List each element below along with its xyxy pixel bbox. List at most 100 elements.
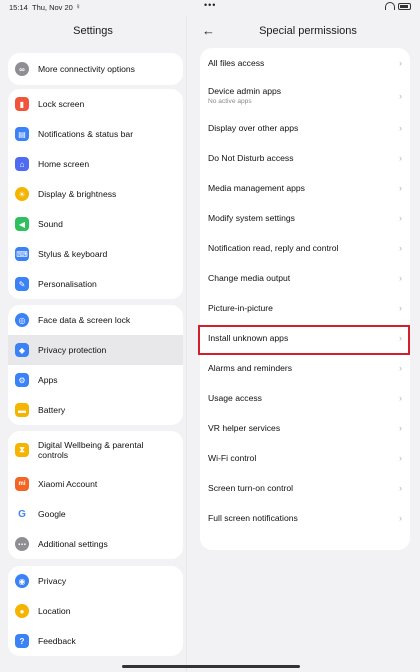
chevron-right-icon: › — [399, 363, 402, 373]
settings-item-xiaomi-account[interactable]: mi Xiaomi Account — [8, 469, 183, 499]
page-title: Settings — [73, 25, 113, 37]
fingerprint-icon: ◎ — [15, 313, 29, 327]
settings-item-battery[interactable]: ▬ Battery — [8, 395, 183, 425]
settings-item-label: Face data & screen lock — [38, 315, 131, 325]
permission-label: Install unknown apps — [208, 333, 289, 343]
settings-item-label: Feedback — [38, 636, 76, 646]
settings-item-digital-wellbeing[interactable]: ⧗ Digital Wellbeing & parental controls — [8, 431, 183, 469]
permission-label: Device admin apps — [208, 86, 282, 96]
permission-row-display-over-other-apps[interactable]: Display over other apps › — [200, 113, 410, 143]
settings-item-apps[interactable]: ⚙ Apps — [8, 365, 183, 395]
chevron-right-icon: › — [399, 58, 402, 68]
settings-item-label: More connectivity options — [38, 64, 135, 74]
settings-item-face-data[interactable]: ◎ Face data & screen lock — [8, 305, 183, 335]
home-icon: ⌂ — [15, 157, 29, 171]
settings-item-privacy[interactable]: ◉ Privacy — [8, 566, 183, 596]
lock-icon: ▮ — [15, 97, 29, 111]
settings-group: ⧗ Digital Wellbeing & parental controls … — [8, 431, 183, 559]
settings-item-label: Home screen — [38, 159, 90, 169]
settings-item-lock-screen[interactable]: ▮ Lock screen — [8, 89, 183, 119]
permission-row-wifi-control[interactable]: Wi-Fi control › — [200, 443, 410, 473]
settings-item-location[interactable]: ● Location — [8, 596, 183, 626]
gear-icon: ⚙ — [15, 373, 29, 387]
home-indicator[interactable] — [122, 665, 300, 668]
settings-pane: Settings ∞ More connectivity options ▮ L… — [0, 16, 186, 672]
permission-label: All files access — [208, 58, 265, 68]
chevron-right-icon: › — [399, 273, 402, 283]
speaker-icon: ◀ — [15, 217, 29, 231]
chevron-right-icon: › — [399, 513, 402, 523]
wifi-icon — [385, 2, 395, 10]
permission-label: Modify system settings — [208, 213, 295, 223]
window-dots[interactable]: ••• — [204, 0, 216, 10]
permission-row-screen-turn-on-control[interactable]: Screen turn-on control › — [200, 473, 410, 503]
settings-item-more-connectivity[interactable]: ∞ More connectivity options — [8, 53, 183, 85]
chevron-right-icon: › — [399, 453, 402, 463]
feedback-icon: ? — [15, 634, 29, 648]
settings-item-personalisation[interactable]: ✎ Personalisation — [8, 269, 183, 299]
settings-group: ▮ Lock screen ▤ Notifications & status b… — [8, 89, 183, 299]
permission-row-vr-helper-services[interactable]: VR helper services › — [200, 413, 410, 443]
settings-item-display[interactable]: ☀ Display & brightness — [8, 179, 183, 209]
settings-item-label: Lock screen — [38, 99, 85, 109]
special-permissions-pane: ← Special permissions All files access ›… — [188, 16, 420, 672]
sun-icon: ☀ — [15, 187, 29, 201]
settings-item-label: Xiaomi Account — [38, 479, 98, 489]
settings-item-label: Notifications & status bar — [38, 129, 134, 139]
settings-item-feedback[interactable]: ? Feedback — [8, 626, 183, 656]
settings-item-label: Privacy — [38, 576, 67, 586]
permission-row-full-screen-notifications[interactable]: Full screen notifications › — [200, 503, 410, 533]
more-icon: ⋯ — [15, 537, 29, 551]
keyboard-icon: ⌨ — [15, 247, 29, 261]
status-bar: 15:14 Thu, Nov 20 ♀ ••• — [0, 0, 420, 16]
settings-item-stylus-keyboard[interactable]: ⌨ Stylus & keyboard — [8, 239, 183, 269]
permission-label: Picture-in-picture — [208, 303, 273, 313]
permission-row-alarms-and-reminders[interactable]: Alarms and reminders › — [200, 353, 410, 383]
permission-label: Do Not Disturb access — [208, 153, 294, 163]
permission-row-device-admin-apps[interactable]: Device admin apps No active apps › — [200, 78, 410, 113]
settings-item-label: Personalisation — [38, 279, 97, 289]
location-icon: ● — [15, 604, 29, 618]
settings-item-label: Apps — [38, 375, 58, 385]
settings-item-privacy-protection[interactable]: ◆ Privacy protection — [8, 335, 183, 365]
permission-label: VR helper services — [208, 423, 281, 433]
eye-icon: ◉ — [15, 574, 29, 588]
settings-item-additional-settings[interactable]: ⋯ Additional settings — [8, 529, 183, 559]
permission-subtitle: No active apps — [208, 98, 252, 105]
settings-item-label: Sound — [38, 219, 63, 229]
settings-item-label: Digital Wellbeing & parental controls — [38, 440, 144, 460]
pane-divider — [186, 16, 187, 672]
notification-icon: ▤ — [15, 127, 29, 141]
settings-item-sound[interactable]: ◀ Sound — [8, 209, 183, 239]
chevron-right-icon: › — [399, 303, 402, 313]
shield-icon: ◆ — [15, 343, 29, 357]
settings-item-label: Location — [38, 606, 71, 616]
chevron-right-icon: › — [399, 483, 402, 493]
permission-label: Wi-Fi control — [208, 453, 257, 463]
settings-item-google[interactable]: G Google — [8, 499, 183, 529]
permission-row-modify-system-settings[interactable]: Modify system settings › — [200, 203, 410, 233]
chevron-right-icon: › — [399, 183, 402, 193]
permission-label: Notification read, reply and control — [208, 243, 339, 253]
status-date: Thu, Nov 20 — [32, 3, 73, 12]
page-title: Special permissions — [259, 25, 357, 37]
permission-row-notification-access[interactable]: Notification read, reply and control › — [200, 233, 410, 263]
permission-row-install-unknown-apps[interactable]: Install unknown apps › — [200, 323, 410, 353]
permission-row-change-media-output[interactable]: Change media output › — [200, 263, 410, 293]
settings-item-label: Display & brightness — [38, 189, 117, 199]
permission-label: Change media output — [208, 273, 291, 283]
permission-row-do-not-disturb-access[interactable]: Do Not Disturb access › — [200, 143, 410, 173]
battery-icon — [398, 2, 411, 10]
permissions-list: All files access › Device admin apps No … — [200, 48, 410, 550]
permission-row-picture-in-picture[interactable]: Picture-in-picture › — [200, 293, 410, 323]
settings-group: ◉ Privacy ● Location ? Feedback — [8, 566, 183, 656]
permission-row-usage-access[interactable]: Usage access › — [200, 383, 410, 413]
permission-row-media-management-apps[interactable]: Media management apps › — [200, 173, 410, 203]
chevron-right-icon: › — [399, 213, 402, 223]
permission-row-all-files-access[interactable]: All files access › — [200, 48, 410, 78]
settings-item-notifications[interactable]: ▤ Notifications & status bar — [8, 119, 183, 149]
permission-label: Screen turn-on control — [208, 483, 294, 493]
settings-item-label: Privacy protection — [38, 345, 107, 355]
settings-item-home-screen[interactable]: ⌂ Home screen — [8, 149, 183, 179]
settings-group: ◎ Face data & screen lock ◆ Privacy prot… — [8, 305, 183, 425]
